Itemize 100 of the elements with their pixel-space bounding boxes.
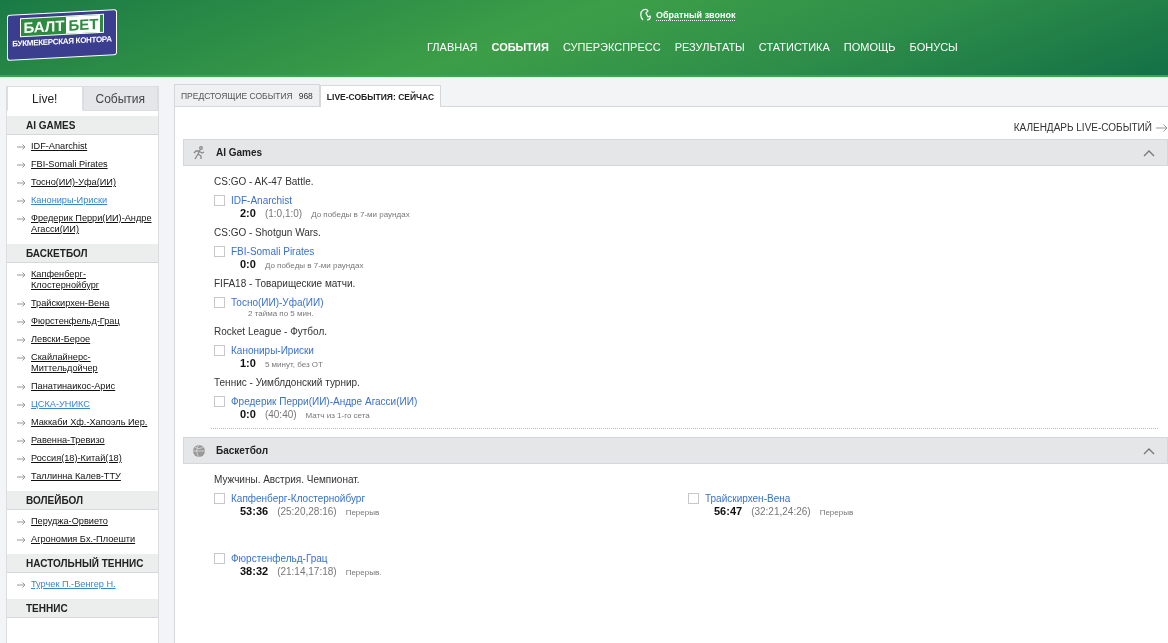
league-title: FIFA18 - Товарищеские матчи. bbox=[214, 278, 357, 289]
checkbox[interactable] bbox=[214, 493, 225, 504]
logo[interactable]: БАЛТ БЕТ БУКМЕКЕРСКАЯ КОНТОРА bbox=[7, 9, 117, 61]
runner-icon bbox=[192, 145, 206, 160]
event-note: До победы в 7-ми раундах bbox=[264, 261, 364, 270]
chevron-up-icon[interactable] bbox=[1143, 446, 1155, 455]
sidebar-link[interactable]: Россия(18)-Китай(18) bbox=[31, 453, 122, 464]
arrow-icon bbox=[17, 337, 26, 343]
score: 0:0 bbox=[240, 408, 256, 420]
logo-tagline: БУКМЕКЕРСКАЯ КОНТОРА bbox=[12, 34, 112, 49]
arrow-icon bbox=[17, 537, 26, 543]
period-scores: (40:40) bbox=[264, 409, 297, 420]
sidebar-link[interactable]: Перуджа-Орвието bbox=[31, 516, 108, 527]
event-note: До победы в 7-ми раундах bbox=[311, 210, 410, 219]
arrow-icon bbox=[17, 144, 26, 150]
score: 2:0 bbox=[240, 207, 256, 219]
arrow-icon bbox=[17, 582, 26, 588]
sidebar-link[interactable]: Тосно(ИИ)-Уфа(ИИ) bbox=[31, 177, 116, 188]
score: 56:47 bbox=[714, 505, 743, 517]
event-link[interactable]: Тосно(ИИ)-Уфа(ИИ) bbox=[231, 297, 324, 308]
sidebar-link[interactable]: Агрономия Бх.-Плоешти bbox=[31, 534, 136, 545]
arrow-icon bbox=[17, 474, 26, 480]
events-tab[interactable]: LIVE-СОБЫТИЯ: СЕЙЧАС bbox=[319, 85, 442, 107]
event-link[interactable]: Фредерик Перри(ИИ)-Андре Агасси(ИИ) bbox=[231, 396, 418, 407]
sport-title: AI Games bbox=[216, 147, 264, 158]
nav-link[interactable]: СТАТИСТИКА bbox=[758, 41, 830, 53]
arrow-icon bbox=[17, 355, 26, 361]
callback-link[interactable]: Обратный звонок bbox=[639, 8, 736, 22]
sidebar-link[interactable]: ЦСКА-УНИКС bbox=[31, 399, 90, 410]
event-note: Перерыв bbox=[819, 508, 854, 517]
event-note: Матч из 1-го сета bbox=[305, 411, 370, 420]
ball-icon bbox=[192, 443, 206, 458]
nav-link[interactable]: РЕЗУЛЬТАТЫ bbox=[674, 41, 745, 53]
nav-link[interactable]: БОНУСЫ bbox=[909, 41, 958, 53]
league-title: Теннис - Уимблдонский турнир. bbox=[214, 377, 361, 388]
chevron-up-icon[interactable] bbox=[1143, 148, 1155, 157]
checkbox[interactable] bbox=[214, 553, 225, 564]
sidebar-link[interactable]: Фюрстенфельд-Грац bbox=[31, 316, 120, 327]
events-tab[interactable]: ПРЕДСТОЯЩИЕ СОБЫТИЯ 968 bbox=[174, 84, 320, 106]
checkbox[interactable] bbox=[214, 195, 225, 206]
score: 0:0 bbox=[240, 258, 256, 270]
sidebar-section-title: НАСТОЛЬНЫЙ ТЕННИС bbox=[7, 554, 158, 573]
sidebar-link[interactable]: Панатинаикос-Арис bbox=[31, 381, 116, 392]
event-note: Перерыв bbox=[345, 508, 380, 517]
event-link[interactable]: Трайскирхен-Вена bbox=[705, 493, 791, 504]
nav-link[interactable]: СУПЕРЭКСПРЕСС bbox=[562, 41, 661, 53]
arrow-icon bbox=[17, 272, 26, 278]
arrow-icon bbox=[17, 384, 26, 390]
score: 1:0 bbox=[240, 357, 256, 369]
arrow-icon bbox=[17, 301, 26, 307]
arrow-icon bbox=[17, 180, 26, 186]
sport-header[interactable]: Баскетбол bbox=[183, 437, 1168, 464]
checkbox[interactable] bbox=[214, 297, 225, 308]
sidebar-link[interactable]: Капфенберг-Клостернойбург bbox=[31, 269, 154, 291]
checkbox[interactable] bbox=[688, 493, 699, 504]
league-title: CS:GO - Shotgun Wars. bbox=[214, 227, 322, 238]
event-note: Перерыв. bbox=[345, 568, 382, 577]
sport-header[interactable]: AI Games bbox=[183, 139, 1168, 166]
period-scores: (32:21,24:26) bbox=[751, 506, 811, 517]
nav-link[interactable]: ПОМОЩЬ bbox=[843, 41, 896, 53]
arrow-icon bbox=[17, 438, 26, 444]
arrow-icon bbox=[17, 519, 26, 525]
arrow-icon bbox=[17, 319, 26, 325]
sidebar-link[interactable]: Равенна-Тревизо bbox=[31, 435, 105, 446]
arrow-icon bbox=[17, 162, 26, 168]
period-scores: (1:0,1:0) bbox=[264, 208, 303, 219]
period-scores: (25:20,28:16) bbox=[277, 506, 337, 517]
checkbox[interactable] bbox=[214, 396, 225, 407]
sidebar-link[interactable]: Трайскирхен-Вена bbox=[31, 298, 110, 309]
phone-icon bbox=[639, 8, 653, 22]
sidebar-section-title: ВОЛЕЙБОЛ bbox=[7, 491, 158, 510]
event-link[interactable]: Канониры-Ириски bbox=[231, 345, 314, 356]
sidebar-link[interactable]: Таллинна Калев-ТТУ bbox=[31, 471, 121, 482]
sidebar-link[interactable]: Маккаби Хф.-Хапоэль Иер. bbox=[31, 417, 148, 428]
league-title: CS:GO - AK-47 Battle. bbox=[214, 176, 315, 187]
logo-text: БЕТ bbox=[66, 15, 101, 34]
sidebar-tab[interactable]: Live! bbox=[7, 86, 83, 111]
event-link[interactable]: Капфенберг-Клостернойбург bbox=[231, 493, 366, 504]
sidebar-link[interactable]: Левски-Берое bbox=[31, 334, 91, 345]
calendar-link[interactable]: КАЛЕНДАРЬ LIVE-СОБЫТИЙ bbox=[1013, 122, 1152, 133]
checkbox[interactable] bbox=[214, 246, 225, 257]
sidebar-link[interactable]: FBI-Somali Pirates bbox=[31, 159, 108, 170]
sidebar-link[interactable]: Скайлайнерс-Миттельдойчер bbox=[31, 352, 154, 374]
arrow-icon bbox=[17, 402, 26, 408]
sport-title: Баскетбол bbox=[216, 445, 270, 456]
period-scores: (21:14,17:18) bbox=[277, 566, 337, 577]
event-link[interactable]: FBI-Somali Pirates bbox=[231, 246, 315, 257]
event-link[interactable]: Фюрстенфельд-Грац bbox=[231, 553, 328, 564]
sidebar-link[interactable]: Канониры-Ириски bbox=[31, 195, 108, 206]
checkbox[interactable] bbox=[214, 345, 225, 356]
sidebar-link[interactable]: Турчек П.-Венгер Н. bbox=[31, 579, 116, 590]
event-link[interactable]: IDF-Anarchist bbox=[231, 195, 293, 206]
sidebar-link[interactable]: Фредерик Перри(ИИ)-Андре Агасси(ИИ) bbox=[31, 213, 154, 235]
arrow-icon bbox=[1156, 124, 1168, 132]
sidebar-section-title: AI GAMES bbox=[7, 116, 158, 135]
league-title: Rocket League - Футбол. bbox=[214, 326, 329, 337]
league-title: Мужчины. Австрия. Чемпионат. bbox=[214, 474, 361, 485]
arrow-icon bbox=[17, 198, 26, 204]
sidebar-link[interactable]: IDF-Anarchist bbox=[31, 141, 88, 152]
sidebar-tab[interactable]: События bbox=[82, 86, 158, 111]
